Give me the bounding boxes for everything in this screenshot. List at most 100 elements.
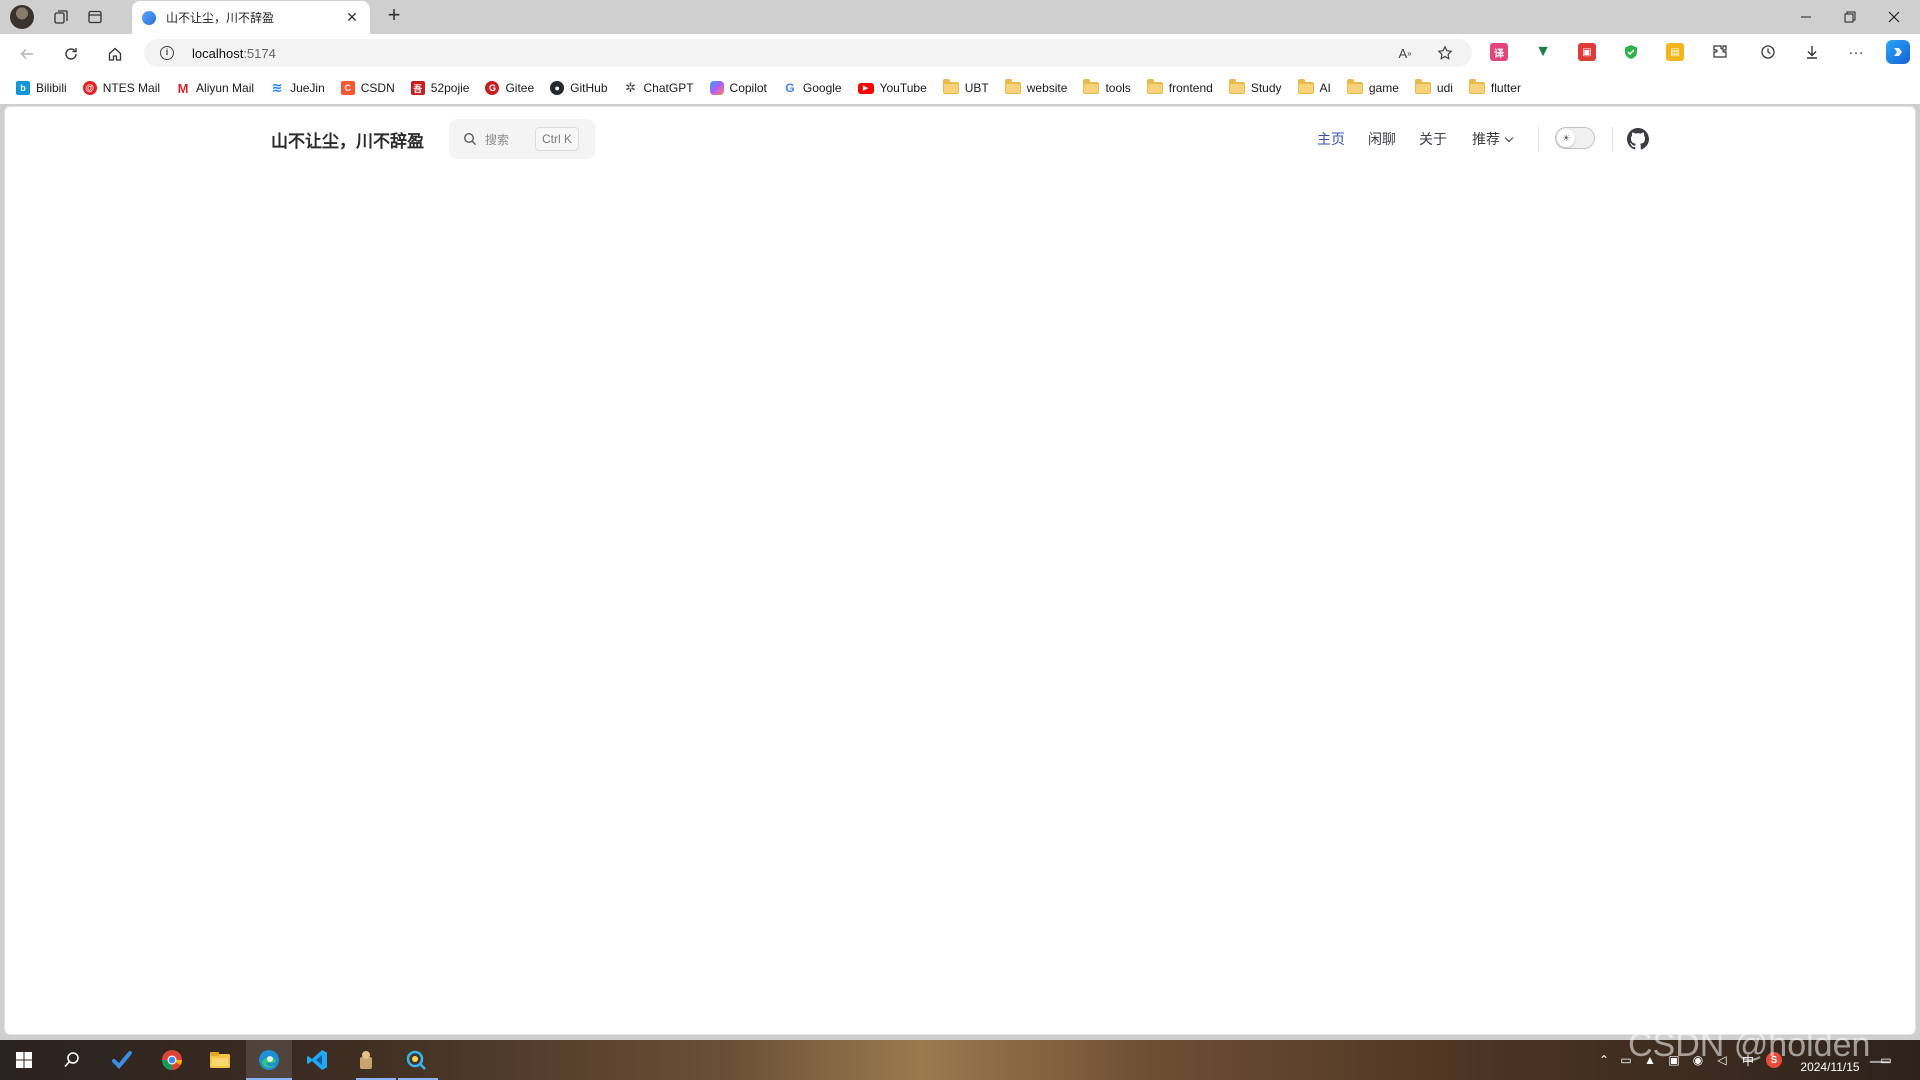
close-window-button[interactable] [1872, 0, 1916, 34]
address-url[interactable]: localhost:5174 [192, 46, 276, 61]
juejin-icon: ≋ [271, 80, 283, 95]
bookmark-ntes-mail[interactable]: @ NTES Mail [77, 76, 166, 100]
bookmark-label: Google [802, 81, 842, 95]
folder-icon [1228, 79, 1245, 94]
bookmark-label: CSDN [360, 81, 395, 95]
site-header: 山不让尘，川不辞盈 搜索 Ctrl K 主页 闲聊 关于 推荐 ☀ [5, 107, 1915, 171]
vscode-icon[interactable] [303, 1046, 331, 1074]
bookmark-folder-website[interactable]: website [999, 76, 1074, 100]
search-placeholder: 搜索 [485, 133, 510, 147]
bookmark-bilibili[interactable]: b Bilibili [10, 76, 73, 100]
youtube-icon: ▶ [857, 82, 874, 94]
bookmark-csdn[interactable]: C CSDN [335, 76, 401, 100]
vertical-tabs-icon[interactable] [84, 6, 106, 28]
bookmark-label: JueJin [290, 81, 325, 95]
browser-tab-strip: 山不让尘，川不辞盈 ✕ + [0, 0, 1920, 34]
todo-app-icon[interactable] [108, 1046, 136, 1074]
minimize-window-button[interactable] [1784, 0, 1828, 34]
folder-extension-icon[interactable]: ▤ [1666, 43, 1684, 61]
bookmark-chatgpt[interactable]: ✲ ChatGPT [618, 76, 700, 100]
chatgpt-icon: ✲ [625, 80, 636, 95]
bookmark-label: GitHub [570, 81, 608, 95]
nav-dropdown-recommend[interactable]: 推荐 [1472, 129, 1514, 149]
copilot-sidebar-icon[interactable] [1886, 40, 1910, 64]
downloads-icon[interactable] [1802, 42, 1822, 62]
url-port: :5174 [243, 46, 276, 61]
site-favicon-icon [142, 10, 156, 25]
bookmark-google[interactable]: G Google [777, 76, 848, 100]
gitee-icon: G [485, 81, 500, 95]
shield-extension-icon[interactable] [1622, 43, 1640, 61]
back-button[interactable] [14, 41, 40, 67]
magnifier-app-icon[interactable] [402, 1046, 430, 1074]
bookmark-folder-game[interactable]: game [1341, 76, 1405, 100]
bookmark-label: ChatGPT [643, 81, 694, 95]
nav-link-chat[interactable]: 闲聊 [1368, 129, 1396, 149]
folder-label: game [1368, 81, 1399, 95]
chrome-icon[interactable] [158, 1046, 186, 1074]
address-bar[interactable]: i localhost:5174 A» [144, 39, 1472, 67]
csdn-icon: C [340, 81, 355, 95]
history-icon[interactable] [1758, 42, 1778, 62]
folder-label: UBT [964, 81, 989, 95]
folder-label: Study [1250, 81, 1282, 95]
file-explorer-icon[interactable] [206, 1046, 234, 1074]
page-viewport: 山不让尘，川不辞盈 搜索 Ctrl K 主页 闲聊 关于 推荐 ☀ [4, 106, 1916, 1035]
github-link-icon[interactable] [1627, 128, 1649, 150]
new-tab-button[interactable]: + [382, 4, 406, 28]
active-tab[interactable]: 山不让尘，川不辞盈 ✕ [132, 1, 370, 34]
bookmark-label: YouTube [879, 81, 927, 95]
bookmark-aliyun-mail[interactable]: M Aliyun Mail [170, 76, 260, 100]
bookmark-52pojie[interactable]: 吾 52pojie [405, 76, 476, 100]
gift-extension-icon[interactable]: ▣ [1578, 43, 1596, 61]
nav-link-about[interactable]: 关于 [1419, 129, 1447, 149]
close-tab-icon[interactable]: ✕ [344, 9, 360, 26]
nav-divider [1612, 127, 1613, 151]
read-aloud-icon[interactable]: A» [1396, 44, 1414, 62]
bookmark-folder-ai[interactable]: AI [1292, 76, 1337, 100]
bookmark-gitee[interactable]: G Gitee [479, 76, 540, 100]
folder-icon [1004, 79, 1021, 94]
bookmark-juejin[interactable]: ≋ JueJin [264, 76, 331, 100]
site-title[interactable]: 山不让尘，川不辞盈 [271, 127, 424, 152]
windows-start-icon[interactable] [10, 1046, 38, 1074]
folder-label: AI [1319, 81, 1331, 95]
folder-label: udi [1436, 81, 1453, 95]
edge-browser-icon[interactable] [255, 1046, 283, 1074]
show-hidden-icons-chevron-up-icon[interactable]: ⌃ [1596, 1052, 1612, 1068]
folder-icon [1468, 79, 1485, 94]
translate-extension-icon[interactable]: 译 [1490, 43, 1508, 61]
collections-icon[interactable] [50, 6, 72, 28]
more-options-icon[interactable]: ··· [1846, 42, 1866, 62]
bookmarks-bar: b Bilibili @ NTES Mail M Aliyun Mail ≋ J… [0, 72, 1920, 104]
nav-divider [1538, 127, 1539, 151]
bookmark-label: Copilot [729, 81, 767, 95]
profile-avatar[interactable] [10, 5, 34, 29]
bookmark-folder-ubt[interactable]: UBT [937, 76, 995, 100]
bookmark-folder-udi[interactable]: udi [1409, 76, 1459, 100]
bookmark-folder-tools[interactable]: tools [1077, 76, 1136, 100]
nav-link-home[interactable]: 主页 [1317, 129, 1345, 149]
bookmark-youtube[interactable]: ▶ YouTube [852, 76, 933, 100]
bookmark-folder-flutter[interactable]: flutter [1463, 76, 1527, 100]
favorite-star-icon[interactable] [1436, 44, 1454, 62]
folder-icon [1297, 79, 1314, 94]
bookmark-folder-frontend[interactable]: frontend [1141, 76, 1219, 100]
bookmark-github[interactable]: ● GitHub [544, 76, 613, 100]
refresh-button[interactable] [58, 41, 84, 67]
url-host: localhost [192, 46, 244, 61]
search-button[interactable]: 搜索 Ctrl K [449, 119, 595, 159]
vue-devtools-extension-icon[interactable]: ▼ [1534, 43, 1552, 61]
aliyun-mail-icon: M [177, 80, 189, 96]
appearance-toggle[interactable]: ☀ [1555, 127, 1595, 149]
extensions-puzzle-icon[interactable] [1710, 42, 1730, 62]
bookmark-folder-study[interactable]: Study [1223, 76, 1288, 100]
search-icon[interactable] [58, 1046, 86, 1074]
app-icon[interactable] [352, 1046, 380, 1074]
bookmark-copilot[interactable]: Copilot [704, 76, 773, 100]
folder-icon [942, 79, 959, 94]
home-button[interactable] [102, 41, 128, 67]
site-info-icon[interactable]: i [160, 46, 174, 60]
restore-window-button[interactable] [1828, 0, 1872, 34]
folder-icon [1146, 79, 1163, 94]
